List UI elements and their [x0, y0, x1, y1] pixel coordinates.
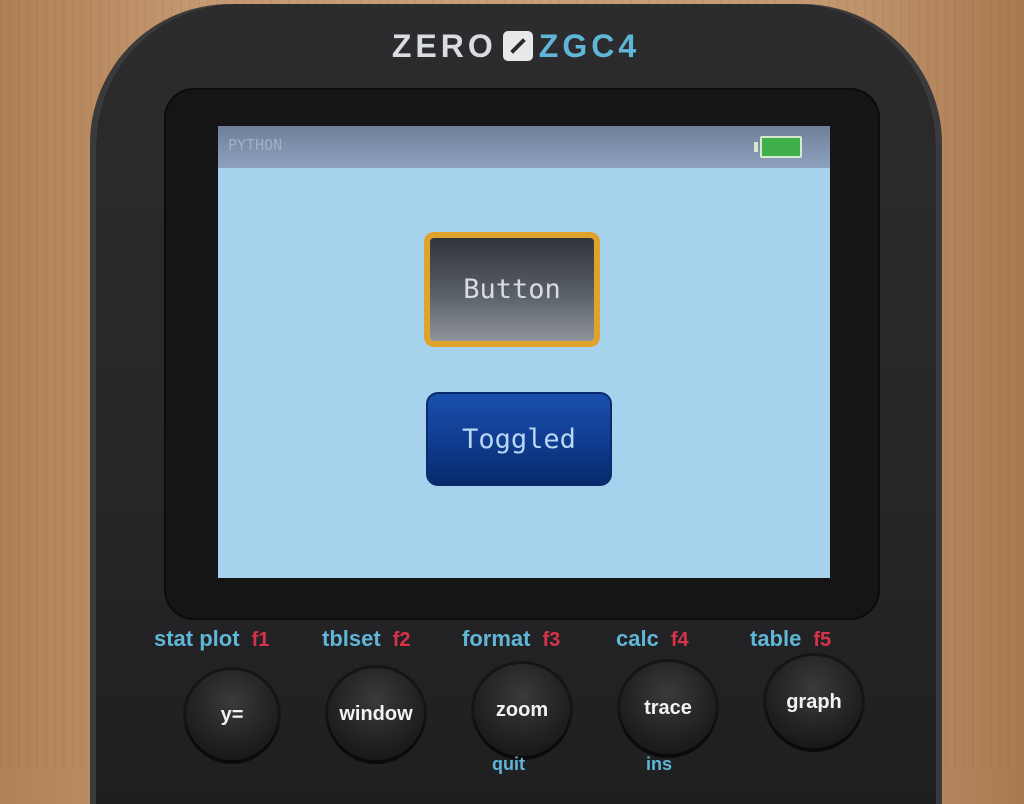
status-bar: PYTHON [218, 126, 830, 168]
brand-logo-icon [502, 31, 533, 61]
fn-label-format: format f3 [462, 626, 561, 651]
brand-name: ZERO [391, 28, 497, 64]
key-graph[interactable]: graph [766, 656, 862, 748]
toggle-button[interactable]: Toggled [426, 392, 612, 486]
key-window[interactable]: window [328, 668, 424, 760]
fn-label-tblset: tblset f2 [322, 626, 411, 651]
fn-label-table: table f5 [750, 626, 832, 651]
battery-icon [754, 136, 802, 158]
key-y-equals[interactable]: y= [186, 670, 278, 760]
key-trace[interactable]: trace [620, 662, 716, 754]
brand-header: ZERO ZGC4 [96, 28, 936, 65]
calculator-screen: PYTHON Button Toggled [218, 126, 830, 578]
key-sub-quit: quit [492, 754, 525, 774]
model-name: ZGC4 [538, 28, 641, 64]
fn-label-stat-plot: stat plot f1 [154, 626, 270, 651]
fn-label-calc: calc f4 [616, 626, 689, 651]
key-zoom[interactable]: zoom [474, 664, 570, 756]
key-sub-ins: ins [646, 754, 673, 774]
status-title: PYTHON [228, 136, 283, 154]
button-focused[interactable]: Button [424, 232, 600, 347]
